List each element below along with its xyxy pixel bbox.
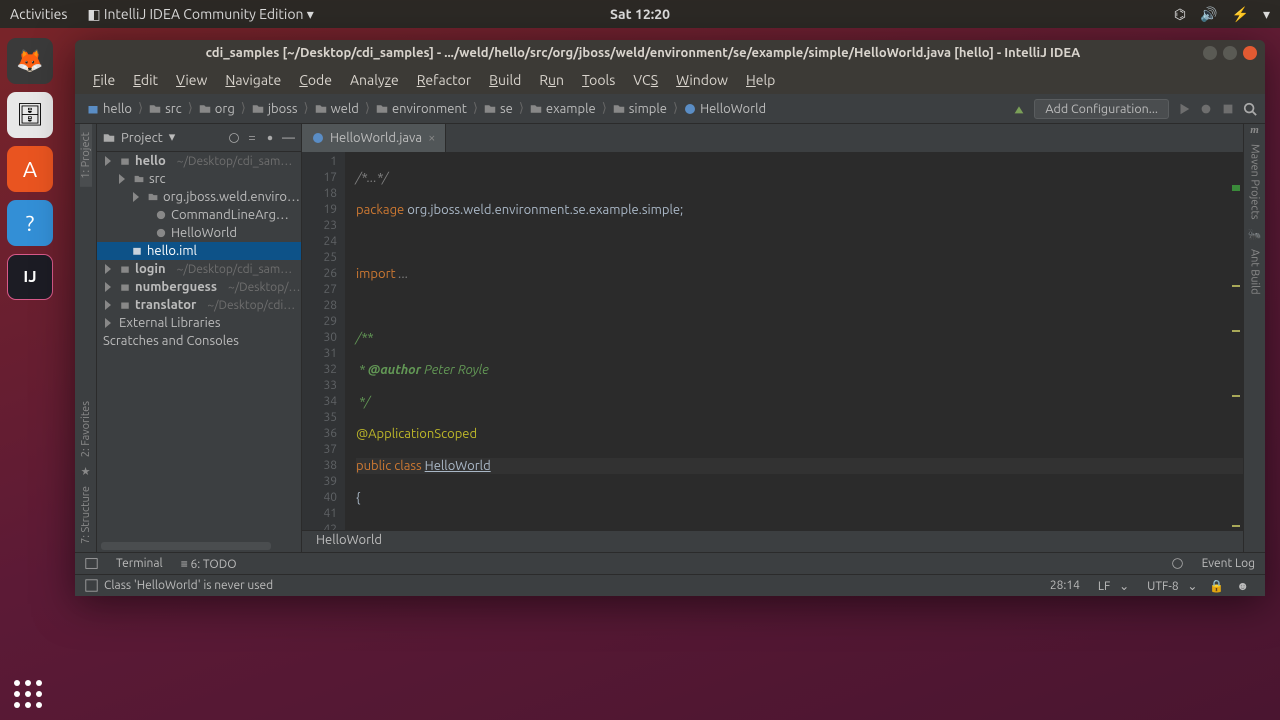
hide-tool-button[interactable]: —	[282, 131, 295, 145]
terminal-icon	[85, 557, 98, 570]
star-icon: ★	[81, 465, 91, 478]
menu-analyze[interactable]: Analyze	[342, 70, 407, 90]
status-bar: Class 'HelloWorld' is never used 28:14 L…	[75, 574, 1265, 596]
tool-terminal-tab[interactable]: Terminal	[116, 557, 163, 570]
run-config-combo[interactable]: Add Configuration...	[1034, 99, 1169, 119]
breadcrumb-item[interactable]: hello	[83, 101, 136, 117]
launcher-dock: 🦊 🗄 A ? IJ	[0, 28, 60, 720]
hector-icon[interactable]: ☻	[1230, 579, 1255, 593]
tree-selected-item: hello.iml	[97, 242, 301, 260]
breadcrumb-bar[interactable]: HelloWorld	[302, 530, 1243, 552]
activities-button[interactable]: Activities	[10, 6, 67, 22]
tool-maven-tab[interactable]: Maven Projects	[1249, 136, 1261, 228]
navigation-bar: hello⟩src⟩org⟩jboss⟩weld⟩environment⟩se⟩…	[75, 94, 1265, 124]
network-icon[interactable]: ⌬	[1174, 6, 1186, 23]
breadcrumb-item[interactable]: org	[195, 101, 239, 117]
left-tool-stripe: 1: Project 2: Favorites ★ 7: Structure	[75, 124, 97, 552]
os-topbar: Activities ◧ IntelliJ IDEA Community Edi…	[0, 0, 1280, 28]
maximize-button[interactable]	[1223, 46, 1237, 60]
menu-view[interactable]: View	[168, 70, 215, 90]
debug-icon[interactable]	[1199, 102, 1213, 116]
settings-icon[interactable]	[264, 132, 276, 144]
menu-refactor[interactable]: Refactor	[409, 70, 479, 90]
code-area[interactable]: /*...*/ package org.jboss.weld.environme…	[346, 152, 1243, 530]
battery-icon[interactable]: ⚡	[1232, 6, 1249, 23]
menu-help[interactable]: Help	[738, 70, 783, 90]
lock-icon[interactable]: 🔒	[1203, 579, 1230, 593]
launcher-help[interactable]: ?	[7, 200, 53, 246]
right-tool-stripe: m Maven Projects 🐜 Ant Build	[1243, 124, 1265, 552]
locate-icon[interactable]	[228, 132, 240, 144]
window-title: cdi_samples [~/Desktop/cdi_samples] - ..…	[83, 46, 1203, 60]
breadcrumb-item[interactable]: weld	[311, 101, 363, 117]
sound-icon[interactable]: 🔊	[1200, 6, 1217, 23]
window-titlebar[interactable]: cdi_samples [~/Desktop/cdi_samples] - ..…	[75, 40, 1265, 66]
breadcrumb-item[interactable]: se	[480, 101, 517, 117]
menu-run[interactable]: Run	[531, 70, 572, 90]
tool-structure-tab[interactable]: 7: Structure	[80, 478, 92, 552]
menu-code[interactable]: Code	[291, 70, 340, 90]
breadcrumb-item[interactable]: environment	[372, 101, 471, 117]
breadcrumb-item[interactable]: src	[145, 101, 186, 117]
menu-bar[interactable]: File Edit View Navigate Code Analyze Ref…	[75, 66, 1265, 94]
folder-icon	[103, 132, 115, 144]
tree-scrollbar[interactable]	[101, 542, 271, 550]
breadcrumb-item[interactable]: example	[526, 101, 600, 117]
tool-windows-icon[interactable]	[85, 579, 98, 592]
menu-tools[interactable]: Tools	[574, 70, 623, 90]
editor-gutter[interactable]: 1171819232425262728293031323334353637383…	[302, 152, 346, 530]
launcher-software[interactable]: A	[7, 146, 53, 192]
menu-navigate[interactable]: Navigate	[217, 70, 289, 90]
breadcrumb-item[interactable]: HelloWorld	[680, 101, 770, 117]
launcher-firefox[interactable]: 🦊	[7, 38, 53, 84]
tool-todo-tab[interactable]: ≡ 6: TODO	[181, 557, 237, 571]
tool-project-tab[interactable]: 1: Project	[80, 124, 92, 187]
caret-position[interactable]: 28:14	[1044, 579, 1086, 592]
show-applications-button[interactable]	[14, 680, 42, 708]
tool-favorites-tab[interactable]: 2: Favorites	[80, 393, 92, 465]
menu-edit[interactable]: Edit	[125, 70, 166, 90]
project-view-mode[interactable]: Project	[121, 131, 163, 145]
stop-icon[interactable]	[1221, 102, 1235, 116]
file-encoding[interactable]: UTF-8 ⌄	[1135, 579, 1203, 593]
tool-eventlog-tab[interactable]: Event Log	[1202, 557, 1255, 570]
bottom-tool-stripe: Terminal ≡ 6: TODO Event Log	[75, 552, 1265, 574]
build-icon[interactable]	[1012, 102, 1026, 116]
power-icon[interactable]: ▾	[1263, 6, 1270, 23]
project-tool-window: Project ▾ — hello ~/Desktop/cdi_sam… src…	[97, 124, 302, 552]
breadcrumb-item[interactable]: simple	[609, 101, 671, 117]
line-separator[interactable]: LF ⌄	[1086, 579, 1135, 593]
tool-ant-tab[interactable]: Ant Build	[1249, 241, 1261, 303]
minimize-button[interactable]	[1203, 46, 1217, 60]
app-menu[interactable]: ◧ IntelliJ IDEA Community Edition ▾	[87, 6, 313, 23]
status-message: Class 'HelloWorld' is never used	[98, 579, 279, 592]
event-log-icon	[1171, 557, 1184, 570]
ide-window: cdi_samples [~/Desktop/cdi_samples] - ..…	[75, 40, 1265, 596]
close-tab-icon[interactable]: ×	[428, 131, 435, 145]
ant-icon: 🐜	[1248, 228, 1262, 241]
editor: HelloWorld.java × 1171819232425262728293…	[302, 124, 1243, 552]
os-clock[interactable]: Sat 12:20	[610, 6, 670, 22]
editor-tabs: HelloWorld.java ×	[302, 124, 1243, 152]
search-everywhere-icon[interactable]	[1243, 102, 1257, 116]
editor-tab[interactable]: HelloWorld.java ×	[302, 124, 446, 152]
menu-build[interactable]: Build	[481, 70, 529, 90]
menu-file[interactable]: File	[85, 70, 123, 90]
menu-vcs[interactable]: VCS	[625, 70, 666, 90]
launcher-files[interactable]: 🗄	[7, 92, 53, 138]
launcher-intellij[interactable]: IJ	[7, 254, 53, 300]
menu-window[interactable]: Window	[668, 70, 736, 90]
error-stripe[interactable]	[1232, 185, 1240, 552]
run-icon[interactable]	[1177, 102, 1191, 116]
breadcrumb-item[interactable]: jboss	[248, 101, 302, 117]
project-tree[interactable]: hello ~/Desktop/cdi_sam… src org.jboss.w…	[97, 152, 301, 552]
close-button[interactable]	[1243, 46, 1257, 60]
collapse-icon[interactable]	[246, 132, 258, 144]
